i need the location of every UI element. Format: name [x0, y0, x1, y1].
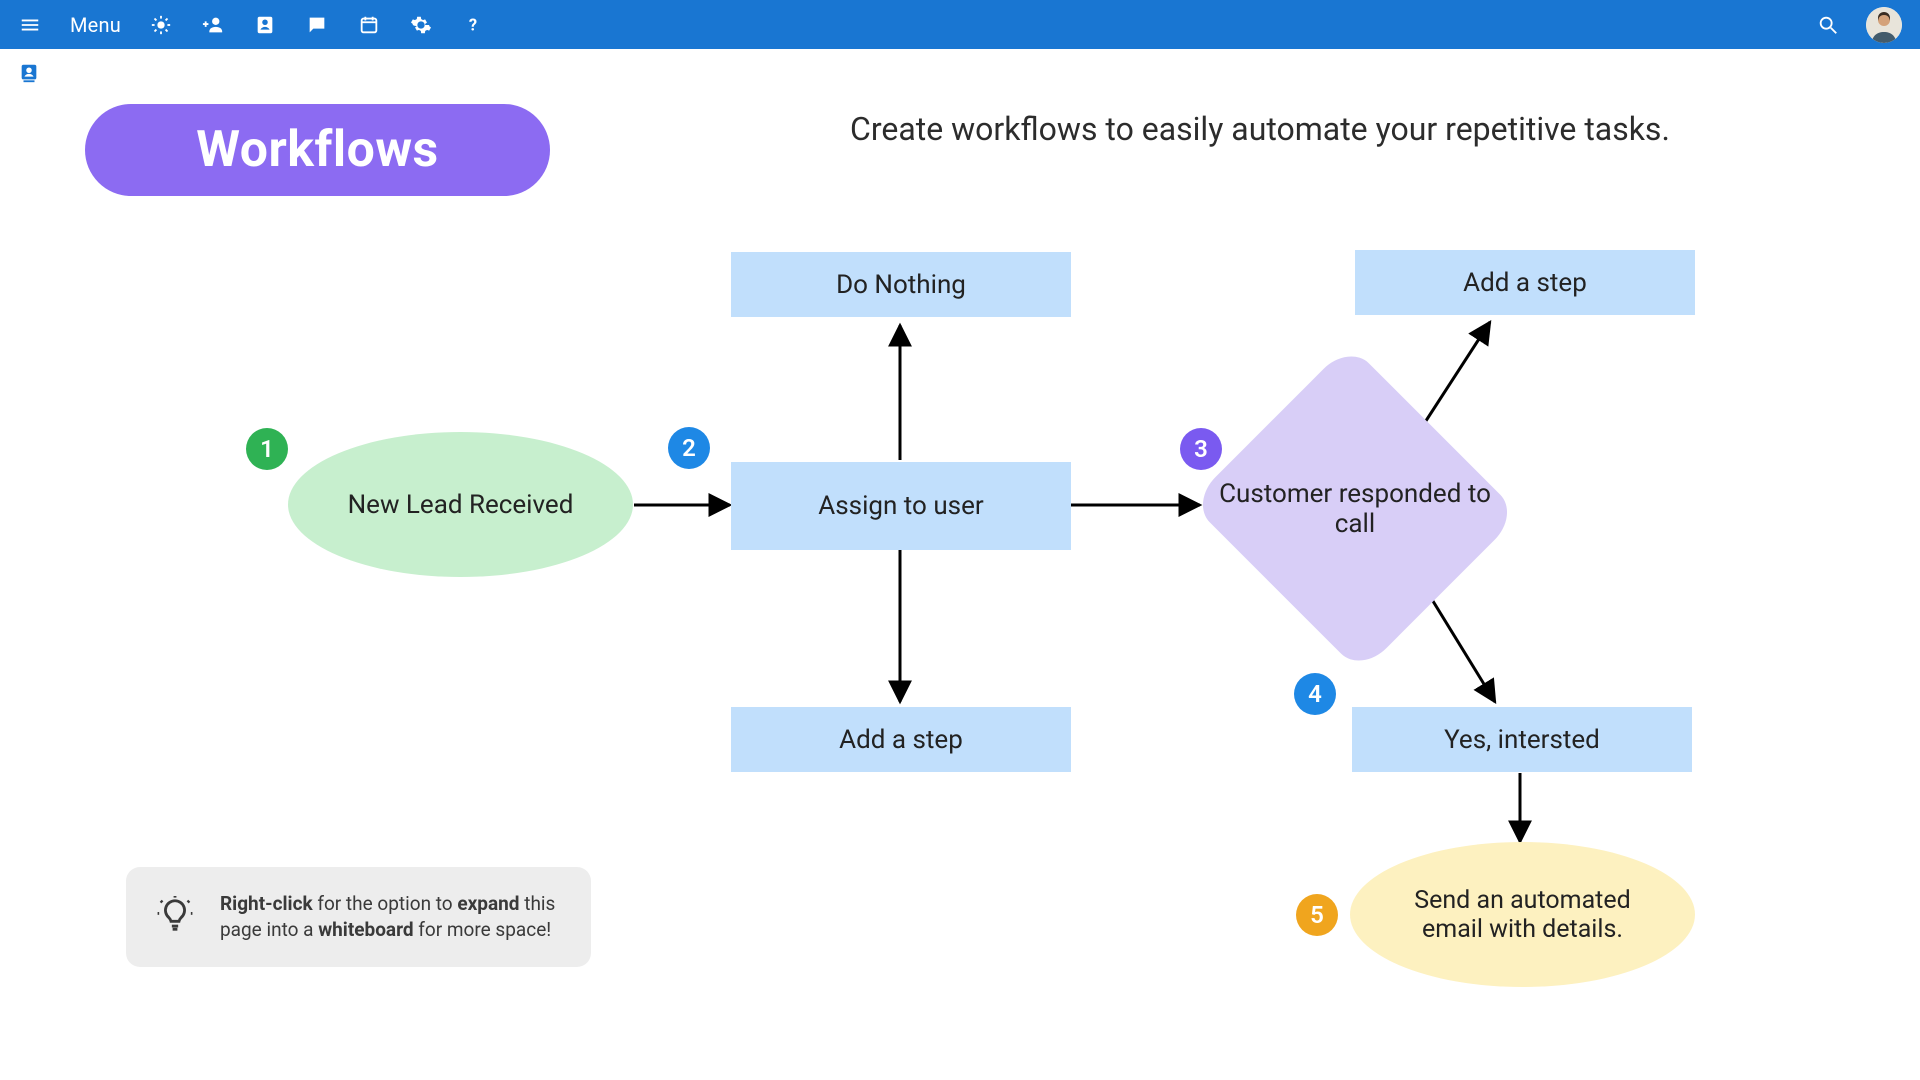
badge-4: 4 — [1294, 673, 1336, 715]
badge-2: 2 — [668, 427, 710, 469]
node-do-nothing-label: Do Nothing — [836, 270, 966, 300]
node-yes-label: Yes, intersted — [1444, 725, 1600, 755]
node-add-step-below-label: Add a step — [839, 725, 963, 755]
tip-text: Right-click for the option to expand thi… — [220, 891, 561, 942]
badge-1: 1 — [246, 428, 288, 470]
lightbulb-icon — [156, 896, 194, 938]
node-assign[interactable]: Assign to user — [731, 462, 1071, 550]
node-yes[interactable]: Yes, intersted — [1352, 707, 1692, 772]
node-add-step-below[interactable]: Add a step — [731, 707, 1071, 772]
tip-box: Right-click for the option to expand thi… — [126, 867, 591, 967]
node-end-label: Send an automated email with details. — [1382, 886, 1663, 944]
node-start-label: New Lead Received — [348, 490, 574, 520]
node-assign-label: Assign to user — [818, 491, 983, 521]
node-add-step-top[interactable]: Add a step — [1355, 250, 1695, 315]
node-add-step-top-label: Add a step — [1463, 268, 1587, 298]
node-decision-label: Customer responded to call — [1200, 396, 1510, 621]
node-start[interactable]: New Lead Received — [288, 432, 633, 577]
node-decision[interactable]: Customer responded to call — [1200, 396, 1510, 621]
node-do-nothing[interactable]: Do Nothing — [731, 252, 1071, 317]
badge-5: 5 — [1296, 894, 1338, 936]
node-end[interactable]: Send an automated email with details. — [1350, 842, 1695, 987]
